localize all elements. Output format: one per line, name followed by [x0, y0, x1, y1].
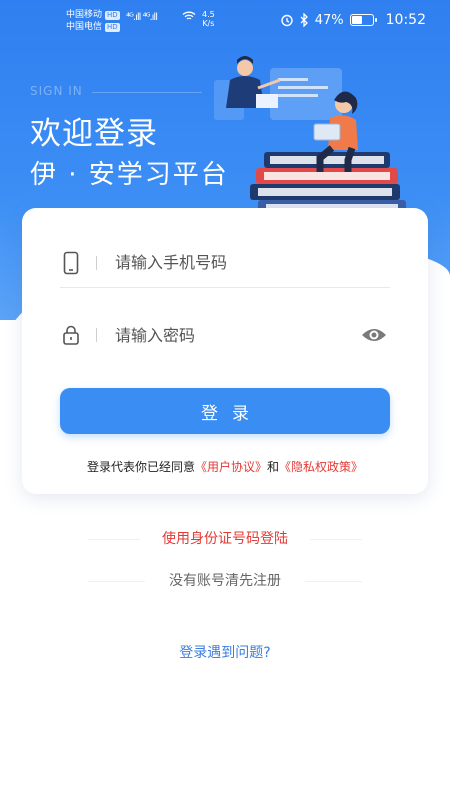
agreement-prefix: 登录代表你已经同意	[86, 460, 195, 474]
battery-percent: 47%	[314, 12, 344, 28]
wifi-icon	[182, 11, 196, 20]
alarm-icon	[281, 14, 293, 27]
status-bar: 中国移动 HD 中国电信 HD ⁴ᴳ.ıll ⁴ᴳ.ıll 4.5 K/s 47% …	[0, 0, 450, 36]
carrier-info: 中国移动 HD 中国电信 HD	[66, 9, 120, 33]
platform-title: 伊 · 安学习平台	[30, 160, 229, 190]
study-illustration	[214, 56, 406, 216]
eye-icon[interactable]	[360, 324, 388, 346]
field-separator	[96, 328, 97, 342]
welcome-title: 欢迎登录	[30, 116, 158, 152]
privacy-policy-link[interactable]: 《隐私权政策》	[279, 460, 363, 474]
lock-icon	[60, 323, 82, 347]
agreement-text: 登录代表你已经同意《用户协议》和《隐私权政策》	[22, 458, 428, 475]
phone-field	[60, 238, 390, 288]
agreement-and: 和	[267, 460, 280, 474]
phone-input[interactable]	[115, 253, 345, 272]
battery-icon	[349, 14, 377, 26]
watermark-line	[92, 92, 202, 93]
password-field	[60, 310, 390, 360]
carrier-1: 中国移动	[66, 10, 103, 20]
sign-in-watermark: SIGN IN	[30, 84, 83, 98]
hd-badge-1: HD	[105, 11, 120, 20]
password-input[interactable]	[115, 325, 345, 345]
id-card-login-link[interactable]: 使用身份证号码登陆	[140, 528, 310, 548]
carrier-2: 中国电信	[66, 22, 103, 32]
login-card: 登录 登录代表你已经同意《用户协议》和《隐私权政策》	[22, 208, 428, 494]
help-link[interactable]: 登录遇到问题?	[0, 642, 450, 662]
wifi-speed: 4.5 K/s	[182, 10, 215, 28]
field-separator	[96, 255, 97, 270]
register-link[interactable]: 没有账号清先注册	[145, 570, 305, 590]
hd-badge-2: HD	[105, 23, 120, 32]
net-speed-unit: K/s	[202, 19, 215, 28]
bluetooth-icon	[300, 13, 308, 27]
user-agreement-link[interactable]: 《用户协议》	[195, 460, 267, 474]
signal-icon: ⁴ᴳ.ıll ⁴ᴳ.ıll	[126, 12, 158, 23]
net-speed-value: 4.5	[202, 10, 215, 19]
phone-icon	[60, 251, 82, 275]
login-button[interactable]: 登录	[60, 388, 390, 434]
status-right: 47% 10:52	[280, 12, 426, 28]
clock: 10:52	[385, 12, 426, 28]
